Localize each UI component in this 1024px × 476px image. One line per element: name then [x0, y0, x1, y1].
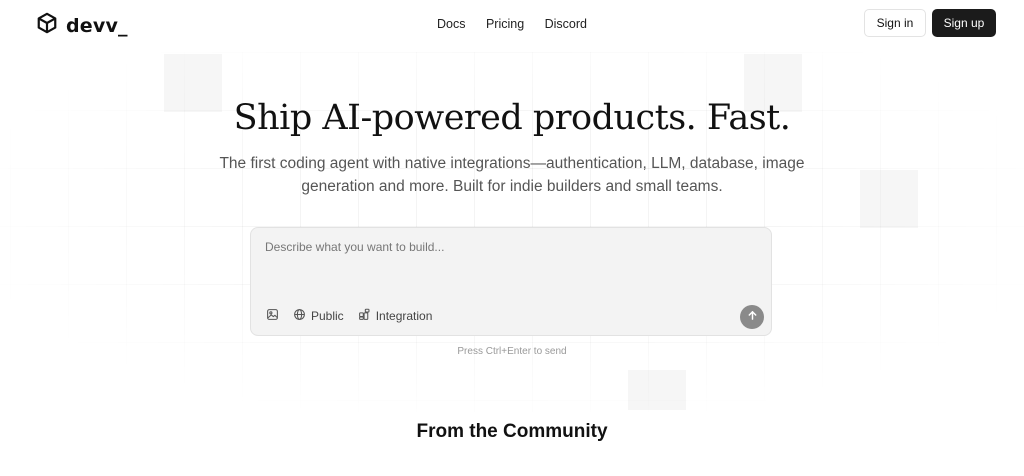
sign-in-button[interactable]: Sign in	[864, 9, 926, 37]
public-visibility-button[interactable]: Public	[293, 308, 344, 324]
image-upload-icon	[266, 308, 279, 324]
integration-button[interactable]: Integration	[358, 308, 433, 324]
prompt-composer: Public Integration	[250, 227, 772, 336]
arrow-up-icon	[747, 308, 758, 326]
nav-link-docs[interactable]: Docs	[437, 17, 465, 31]
community-section-title: From the Community	[416, 421, 608, 442]
send-hint: Press Ctrl+Enter to send	[457, 346, 567, 357]
brand-name: devv_	[66, 14, 128, 37]
hero-title: Ship AI-powered products. Fast.	[233, 98, 791, 138]
grid-tile	[628, 370, 686, 410]
brand-logo[interactable]: devv_	[36, 12, 128, 39]
send-button[interactable]	[740, 305, 764, 329]
image-upload-button[interactable]	[266, 308, 279, 324]
nav-link-pricing[interactable]: Pricing	[486, 17, 524, 31]
sign-up-button[interactable]: Sign up	[932, 9, 996, 37]
nav-link-discord[interactable]: Discord	[545, 17, 587, 31]
public-label: Public	[311, 309, 344, 323]
integration-icon	[358, 308, 371, 324]
composer-toolbar: Public Integration	[266, 308, 432, 324]
prompt-input[interactable]	[265, 240, 755, 280]
grid-tile	[860, 170, 918, 228]
hero-subtitle: The first coding agent with native integ…	[219, 155, 805, 195]
cube-icon	[36, 12, 58, 39]
integration-label: Integration	[375, 309, 433, 323]
top-nav: devv_ Docs Pricing Discord Sign in Sign …	[0, 0, 1024, 46]
globe-icon	[293, 308, 306, 324]
